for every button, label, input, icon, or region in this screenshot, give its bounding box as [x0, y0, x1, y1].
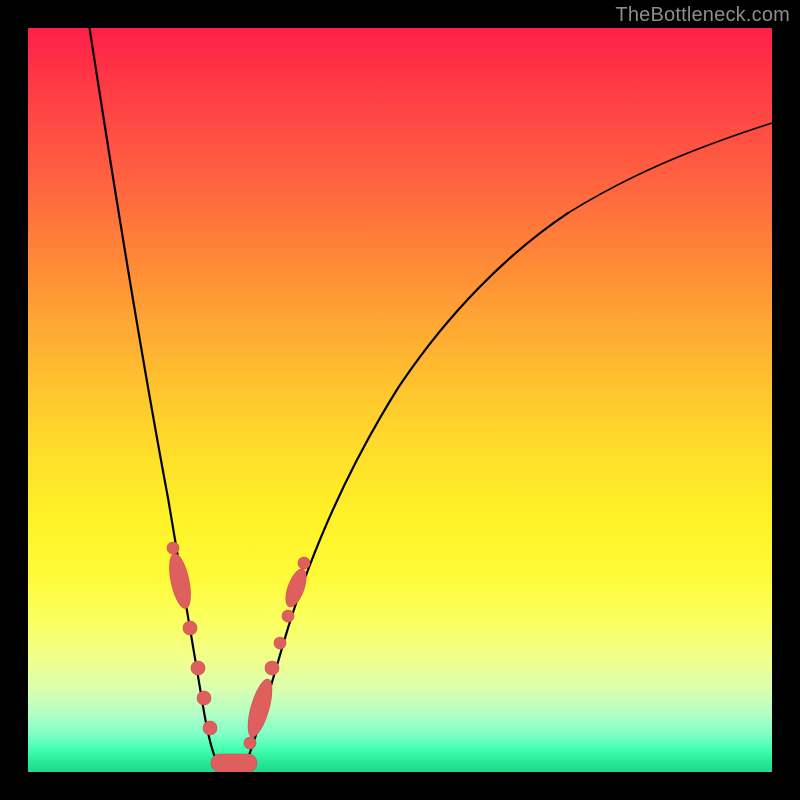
marker-rl-2 — [265, 661, 279, 675]
plot-svg — [28, 28, 772, 772]
watermark-text: TheBottleneck.com — [615, 4, 790, 27]
marker-rl-3 — [274, 637, 286, 649]
curve-right-branch-upper — [568, 123, 772, 213]
marker-valley-blob — [211, 754, 257, 772]
marker-rl-1 — [244, 737, 256, 749]
marker-ru-1 — [282, 610, 294, 622]
marker-ll-2 — [197, 691, 211, 705]
marker-ru-2 — [298, 557, 310, 569]
marker-ll-3 — [203, 721, 217, 735]
marker-left-cluster-blob — [165, 552, 194, 611]
curve-left-branch — [88, 28, 221, 768]
marker-left-dot-2 — [167, 542, 179, 554]
plot-area — [28, 28, 772, 772]
marker-right-cluster-blob — [243, 677, 277, 740]
marker-left-dot-1 — [183, 621, 197, 635]
curve-right-branch-lower — [244, 213, 568, 768]
frame: TheBottleneck.com — [0, 0, 800, 800]
marker-ll-1 — [191, 661, 205, 675]
